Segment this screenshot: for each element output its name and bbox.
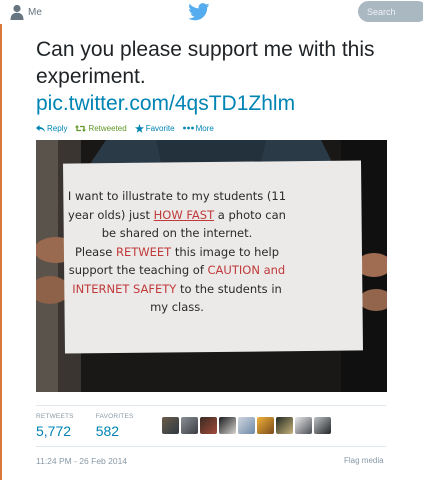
tweet-actions: Reply Retweeted Favorite More (36, 122, 222, 134)
reply-icon (36, 124, 45, 132)
sign-line-3: be shared on the internet. (101, 226, 253, 240)
avatar[interactable] (219, 417, 236, 434)
avatar[interactable] (200, 417, 217, 434)
tweet-stats: RETWEETS 5,772 FAVORITES 582 (36, 413, 156, 439)
avatar[interactable] (276, 417, 293, 434)
sign-line-6b: to the students in (176, 281, 282, 296)
favorites-count: 582 (95, 423, 120, 439)
sign-line-4a: Please (74, 244, 116, 259)
search-input[interactable] (358, 1, 423, 22)
sign-text: I want to illustrate to my students (11 … (34, 187, 320, 317)
avatar[interactable] (162, 417, 179, 434)
sign-line-2c: a photo can (214, 207, 286, 222)
more-dots-icon (182, 126, 194, 130)
retweets-stat[interactable]: RETWEETS 5,772 (36, 413, 74, 439)
nav-me-link[interactable]: Me (10, 3, 42, 21)
retweet-label: Retweeted (88, 123, 127, 133)
favorite-label: Favorite (145, 123, 175, 133)
favoriter-avatars (162, 417, 333, 434)
favorite-button[interactable]: Favorite (134, 123, 175, 133)
sign-internet-safety: INTERNET SAFETY (72, 281, 177, 296)
nav-me-label: Me (28, 6, 42, 18)
divider-bottom (36, 446, 386, 447)
sign-line-2a: year olds) just (68, 207, 154, 222)
tweet-timestamp[interactable]: 11:24 PM - 26 Feb 2014 (36, 456, 127, 466)
avatar[interactable] (295, 417, 312, 434)
retweet-button[interactable]: Retweeted (75, 123, 127, 133)
reply-button[interactable]: Reply (36, 124, 67, 133)
retweet-icon (75, 124, 87, 132)
sign-retweet: RETWEET (115, 244, 172, 259)
more-label: More (195, 123, 214, 133)
person-icon (10, 4, 24, 20)
top-navigation: Me (0, 0, 423, 24)
avatar[interactable] (238, 417, 255, 434)
tweet-text: Can you please support me with this expe… (36, 36, 406, 117)
avatar[interactable] (257, 417, 274, 434)
avatar[interactable] (181, 417, 198, 434)
sign-line-7: my class. (150, 300, 204, 314)
sign-how-fast: HOW FAST (153, 207, 215, 222)
retweets-count: 5,772 (36, 423, 72, 439)
retweets-label: RETWEETS (36, 413, 74, 420)
favorites-label: FAVORITES (95, 413, 134, 420)
sign-line-1: I want to illustrate to my students (11 (67, 189, 287, 203)
twitter-bird-icon[interactable] (188, 3, 210, 21)
tweet-photo-link[interactable]: pic.twitter.com/4qsTD1Zhlm (36, 92, 295, 115)
favorites-stat[interactable]: FAVORITES 582 (96, 413, 134, 439)
sign-line-5a: support the teaching of (68, 263, 208, 277)
window-edge (0, 0, 2, 480)
reply-label: Reply (47, 123, 68, 133)
flag-media-link[interactable]: Flag media (344, 456, 384, 465)
star-icon (134, 123, 144, 133)
sign-caution: CAUTION and (207, 263, 286, 277)
more-button[interactable]: More (182, 123, 214, 133)
divider-top (36, 405, 386, 406)
avatar[interactable] (314, 417, 331, 434)
tweet-body: Can you please support me with this expe… (36, 38, 375, 88)
sign-line-4c: this image to help (171, 244, 280, 259)
